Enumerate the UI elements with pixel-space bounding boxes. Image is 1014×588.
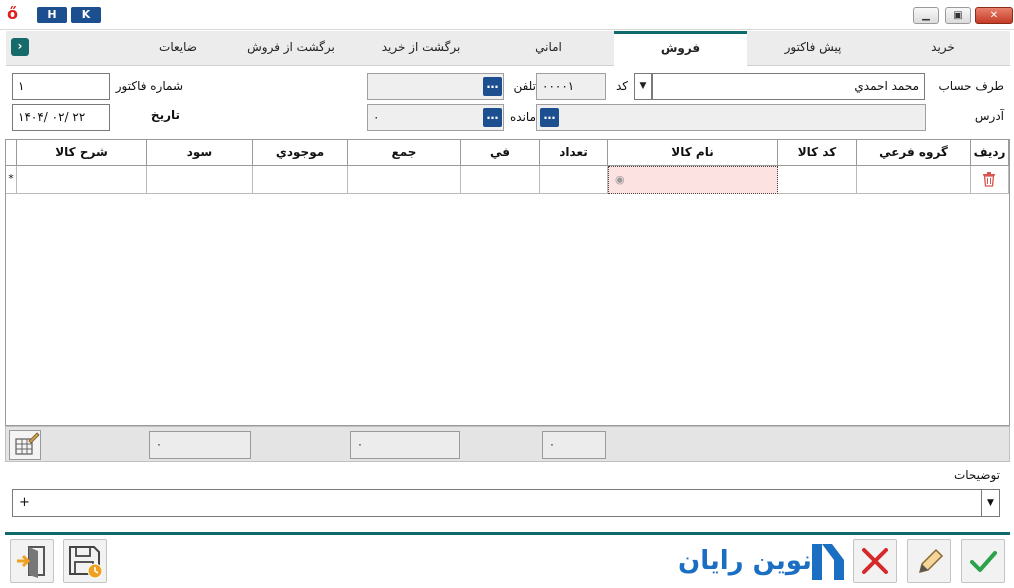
address-field[interactable] <box>536 104 926 131</box>
edit-button[interactable] <box>907 539 951 583</box>
chevron-right-icon[interactable]: › <box>11 38 29 56</box>
address-label: آدرس <box>974 109 1004 123</box>
tab-purchase[interactable]: خريد <box>879 31 1007 66</box>
col-product-name[interactable]: نام كالا <box>608 140 778 166</box>
minimize-icon[interactable]: ▁ <box>913 7 939 24</box>
notes-dropdown-icon[interactable]: ▼ <box>981 490 999 516</box>
brand-mark-icon <box>812 544 844 580</box>
tab-proforma[interactable]: پيش فاكتور <box>750 31 876 66</box>
account-label: طرف حساب <box>938 79 1004 93</box>
new-row-marker: * <box>6 166 17 194</box>
maximize-icon[interactable]: ▣ <box>945 7 971 24</box>
app-logo-icon: ő <box>7 4 18 23</box>
grid-indicator-header <box>6 140 17 166</box>
summary-profit: ۰ <box>149 431 251 459</box>
tab-bar: › ضايعات برگشت از فروش برگشت از خريد اما… <box>6 31 1010 67</box>
summary-quantity: ۰ <box>542 431 606 459</box>
address-lookup-button[interactable]: … <box>540 108 559 127</box>
account-field[interactable]: محمد احمدي <box>652 73 925 100</box>
save-draft-button[interactable] <box>63 539 107 583</box>
cell-profit[interactable] <box>147 166 253 194</box>
close-icon[interactable]: ✕ <box>975 7 1013 24</box>
tab-sales-return[interactable]: برگشت از فروش <box>231 31 351 66</box>
grid-settings-button[interactable] <box>9 430 41 460</box>
items-grid: شرح كالا سود موجودي جمع في تعداد نام كال… <box>5 139 1010 426</box>
phone-lookup-button[interactable]: … <box>483 77 502 96</box>
title-bar: ő H K ▁ ▣ ✕ <box>0 0 1014 30</box>
brand-logo: نوين رايان <box>678 540 848 584</box>
cell-quantity[interactable] <box>540 166 608 194</box>
col-row-number[interactable]: رديف <box>971 140 1009 166</box>
cell-total[interactable] <box>348 166 461 194</box>
balance-label: مانده <box>509 110 536 124</box>
footer-divider <box>5 532 1010 535</box>
brand-name: نوين رايان <box>678 546 812 576</box>
cell-row-number <box>971 166 1009 194</box>
cell-unit-price[interactable] <box>461 166 540 194</box>
cell-product-code[interactable] <box>778 166 857 194</box>
col-unit-price[interactable]: في <box>461 140 540 166</box>
exit-button[interactable] <box>10 539 54 583</box>
code-field[interactable]: ۰۰۰۰۱ <box>536 73 606 100</box>
col-profit[interactable]: سود <box>147 140 253 166</box>
tab-sales[interactable]: فروش <box>614 31 747 67</box>
invoice-number-field[interactable]: ۱ <box>12 73 110 100</box>
summary-bar: ۰ ۰ ۰ <box>5 426 1010 462</box>
table-edit-icon <box>15 432 40 455</box>
col-total[interactable]: جمع <box>348 140 461 166</box>
cell-product-name[interactable]: ◉ <box>608 166 778 194</box>
notes-field[interactable]: + ▼ <box>12 489 1000 517</box>
balance-lookup-button[interactable]: … <box>483 108 502 127</box>
notes-value: + <box>19 495 30 510</box>
col-subgroup[interactable]: گروه فرعي <box>857 140 971 166</box>
eye-icon[interactable]: ◉ <box>615 173 625 186</box>
hotkey-k-button[interactable]: K <box>71 7 101 23</box>
phone-label: تلفن <box>513 79 536 93</box>
col-product-code[interactable]: كد كالا <box>778 140 857 166</box>
tab-waste[interactable]: ضايعات <box>128 31 228 66</box>
pencil-icon <box>918 548 944 574</box>
invoice-number-label: شماره فاكتور <box>115 79 183 93</box>
cell-description[interactable] <box>17 166 147 194</box>
col-quantity[interactable]: تعداد <box>540 140 608 166</box>
tab-consignment[interactable]: اماني <box>486 31 611 66</box>
tab-purchase-return[interactable]: برگشت از خريد <box>361 31 481 66</box>
notes-label: توضيحات <box>953 468 1000 482</box>
cancel-button[interactable] <box>853 539 897 583</box>
cell-subgroup[interactable] <box>857 166 971 194</box>
save-clock-icon <box>69 546 103 579</box>
date-label: تاريخ <box>150 108 180 122</box>
col-stock[interactable]: موجودي <box>253 140 348 166</box>
account-dropdown-icon[interactable]: ▼ <box>634 73 652 100</box>
checkmark-icon <box>970 551 997 572</box>
cell-stock[interactable] <box>253 166 348 194</box>
hotkey-h-button[interactable]: H <box>37 7 67 23</box>
code-label: كد <box>615 79 628 93</box>
summary-total: ۰ <box>350 431 460 459</box>
date-field[interactable]: ۱۴۰۴/ ۰۲/ ۲۲ <box>12 104 110 131</box>
cancel-x-icon <box>862 548 888 574</box>
exit-door-icon <box>17 546 45 578</box>
delete-row-icon[interactable] <box>982 172 996 187</box>
confirm-button[interactable] <box>961 539 1005 583</box>
col-description[interactable]: شرح كالا <box>17 140 147 166</box>
